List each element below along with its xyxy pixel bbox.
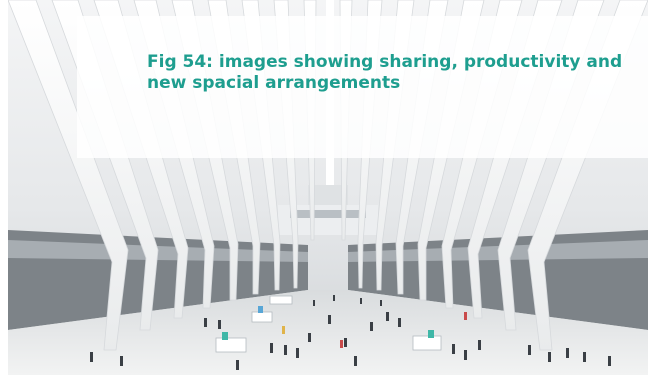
- document-page: Fig 54: images showing sharing, producti…: [0, 0, 648, 375]
- caption-panel: Fig 54: images showing sharing, producti…: [77, 16, 648, 158]
- figure-caption: Fig 54: images showing sharing, producti…: [147, 52, 623, 93]
